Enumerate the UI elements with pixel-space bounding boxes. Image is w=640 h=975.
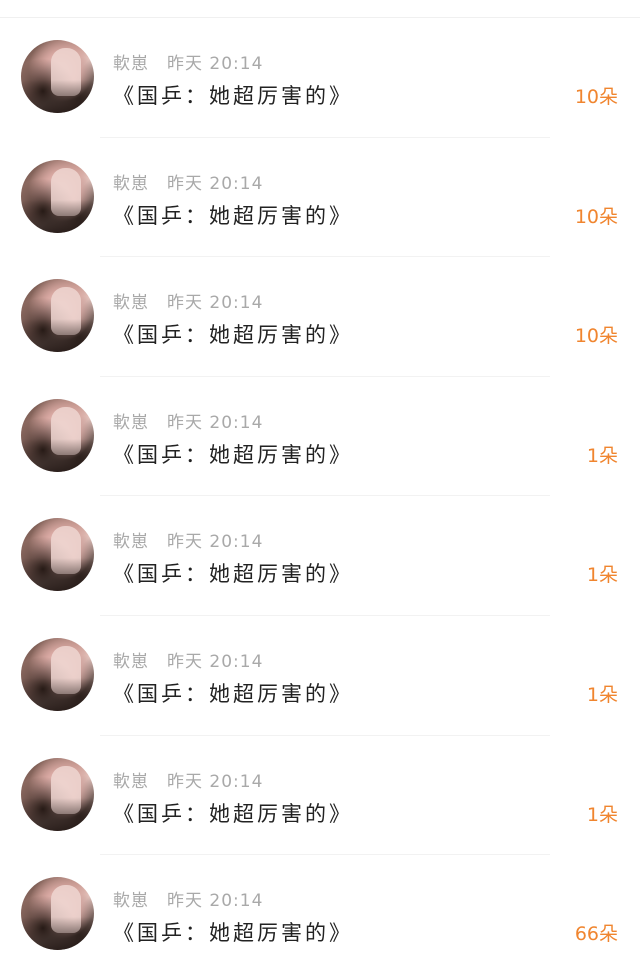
- avatar[interactable]: [21, 637, 94, 711]
- list-item[interactable]: 軟崽 昨天 20:14 《国乒：她超厉害的》 1朵: [0, 377, 640, 497]
- item-meta: 軟崽 昨天 20:14: [113, 408, 263, 433]
- flower-count: 1朵: [586, 564, 618, 587]
- user-name[interactable]: 軟崽: [113, 413, 149, 433]
- flower-count: 1朵: [586, 683, 618, 706]
- item-meta: 軟崽 昨天 20:14: [113, 169, 263, 194]
- item-title: 《国乒：她超厉害的》: [113, 203, 353, 228]
- avatar[interactable]: [21, 518, 94, 592]
- flower-count: 10朵: [574, 205, 618, 228]
- timestamp: 昨天 20:14: [167, 532, 264, 553]
- item-meta: 軟崽 昨天 20:14: [113, 647, 263, 672]
- item-meta: 軟崽 昨天 20:14: [113, 767, 263, 792]
- item-meta: 軟崽 昨天 20:14: [113, 49, 263, 74]
- user-name[interactable]: 軟崽: [113, 891, 149, 911]
- item-meta: 軟崽 昨天 20:14: [113, 527, 263, 552]
- avatar[interactable]: [21, 757, 94, 831]
- user-name[interactable]: 軟崽: [113, 54, 149, 74]
- avatar[interactable]: [21, 398, 94, 472]
- flower-count: 1朵: [586, 803, 618, 826]
- list-item[interactable]: 軟崽 昨天 20:14 《国乒：她超厉害的》 10朵: [0, 18, 640, 138]
- avatar[interactable]: [21, 877, 94, 951]
- timestamp: 昨天 20:14: [167, 412, 264, 433]
- list-item[interactable]: 軟崽 昨天 20:14 《国乒：她超厉害的》 10朵: [0, 257, 640, 377]
- item-title: 《国乒：她超厉害的》: [113, 562, 353, 587]
- avatar[interactable]: [21, 279, 94, 353]
- flower-count: 10朵: [574, 325, 618, 348]
- item-title: 《国乒：她超厉害的》: [113, 442, 353, 467]
- timestamp: 昨天 20:14: [167, 651, 264, 672]
- gift-record-list: 軟崽 昨天 20:14 《国乒：她超厉害的》 10朵 軟崽 昨天 20:14 《国乒…: [0, 18, 640, 975]
- user-name[interactable]: 軟崽: [113, 293, 149, 313]
- avatar[interactable]: [21, 40, 94, 113]
- item-title: 《国乒：她超厉害的》: [113, 801, 353, 826]
- item-title: 《国乒：她超厉害的》: [113, 84, 353, 108]
- flower-count: 66朵: [574, 923, 618, 946]
- list-item[interactable]: 軟崽 昨天 20:14 《国乒：她超厉害的》 10朵: [0, 138, 640, 258]
- timestamp: 昨天 20:14: [167, 891, 264, 912]
- user-name[interactable]: 軟崽: [113, 772, 149, 792]
- user-name[interactable]: 軟崽: [113, 174, 149, 194]
- timestamp: 昨天 20:14: [167, 173, 264, 194]
- user-name[interactable]: 軟崽: [113, 652, 149, 672]
- list-item[interactable]: 軟崽 昨天 20:14 《国乒：她超厉害的》 1朵: [0, 616, 640, 736]
- timestamp: 昨天 20:14: [167, 771, 264, 792]
- flower-count: 10朵: [574, 86, 618, 108]
- list-item[interactable]: 軟崽 昨天 20:14 《国乒：她超厉害的》 1朵: [0, 496, 640, 616]
- list-item[interactable]: 軟崽 昨天 20:14 《国乒：她超厉害的》 1朵: [0, 736, 640, 856]
- item-meta: 軟崽 昨天 20:14: [113, 288, 263, 313]
- item-title: 《国乒：她超厉害的》: [113, 323, 353, 348]
- user-name[interactable]: 軟崽: [113, 532, 149, 552]
- avatar[interactable]: [21, 159, 94, 233]
- item-title: 《国乒：她超厉害的》: [113, 921, 353, 946]
- timestamp: 昨天 20:14: [167, 54, 264, 74]
- flower-count: 1朵: [586, 444, 618, 467]
- timestamp: 昨天 20:14: [167, 293, 264, 314]
- list-item[interactable]: 軟崽 昨天 20:14 《国乒：她超厉害的》 66朵: [0, 855, 640, 975]
- item-title: 《国乒：她超厉害的》: [113, 681, 353, 706]
- item-meta: 軟崽 昨天 20:14: [113, 886, 263, 911]
